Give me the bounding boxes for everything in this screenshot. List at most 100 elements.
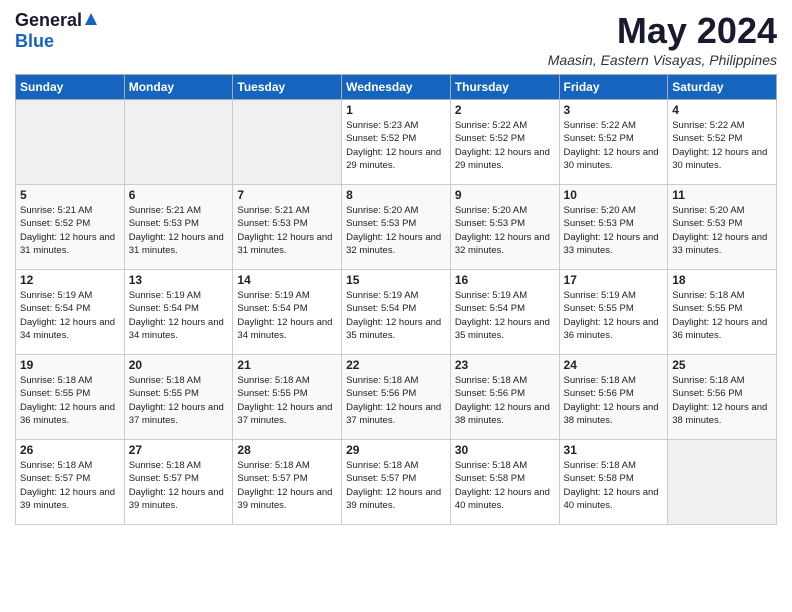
calendar-cell: 16 Sunrise: 5:19 AMSunset: 5:54 PMDayligh… xyxy=(450,270,559,355)
calendar-cell: 10Sunrise: 5:20 AMSunset: 5:53 PMDayligh… xyxy=(559,185,668,270)
calendar-cell: 6 Sunrise: 5:21 AMSunset: 5:53 PMDaylight… xyxy=(124,185,233,270)
calendar-cell: 19Sunrise: 5:18 AMSunset: 5:55 PMDayligh… xyxy=(16,355,125,440)
day-info: Sunrise: 5:18 AMSunset: 5:55 PMDaylight:… xyxy=(237,374,337,427)
day-info: Sunrise: 5:19 AMSunset: 5:54 PMDaylight:… xyxy=(20,289,120,342)
calendar-cell: 14 Sunrise: 5:19 AMSunset: 5:54 PMDayligh… xyxy=(233,270,342,355)
day-info: Sunrise: 5:18 AMSunset: 5:56 PMDaylight:… xyxy=(455,374,555,427)
logo-icon xyxy=(83,11,99,27)
day-info: Sunrise: 5:22 AMSunset: 5:52 PMDaylight:… xyxy=(564,119,664,172)
calendar-week-4: 19 Sunrise: 5:18 AMSunset: 5:55 PMDayligh… xyxy=(16,355,777,440)
day-number: 24 xyxy=(564,358,664,372)
day-number: 27 xyxy=(129,443,229,457)
calendar-cell: 15 Sunrise: 5:19 AMSunset: 5:54 PMDayligh… xyxy=(342,270,451,355)
day-number: 2 xyxy=(455,103,555,117)
day-info: Sunrise: 5:21 AMSunset: 5:53 PMDaylight:… xyxy=(129,204,229,257)
calendar-table: SundayMondayTuesdayWednesdayThursdayFrid… xyxy=(15,74,777,525)
day-number: 26 xyxy=(20,443,120,457)
calendar-cell: 30Sunrise: 5:18 AMSunset: 5:58 PMDayligh… xyxy=(450,440,559,525)
day-info: Sunrise: 5:18 AMSunset: 5:56 PMDaylight:… xyxy=(346,374,446,427)
calendar-cell: 26 Sunrise: 5:18 AMSunset: 5:57 PMDayligh… xyxy=(16,440,125,525)
day-header-monday: Monday xyxy=(124,75,233,100)
location-subtitle: Maasin, Eastern Visayas, Philippines xyxy=(548,52,777,68)
calendar-cell: 31 Sunrise: 5:18 AMSunset: 5:58 PMDayligh… xyxy=(559,440,668,525)
day-info: Sunrise: 5:23 AMSunset: 5:52 PMDaylight:… xyxy=(346,119,446,172)
day-number: 20 xyxy=(129,358,229,372)
calendar-cell: 12 Sunrise: 5:19 AMSunset: 5:54 PMDayligh… xyxy=(16,270,125,355)
day-info: Sunrise: 5:18 AMSunset: 5:57 PMDaylight:… xyxy=(237,459,337,512)
day-number: 21 xyxy=(237,358,337,372)
logo-blue-text: Blue xyxy=(15,31,54,52)
day-info: Sunrise: 5:18 AMSunset: 5:58 PMDaylight:… xyxy=(564,459,664,512)
calendar-week-1: 1 Sunrise: 5:23 AMSunset: 5:52 PMDaylight… xyxy=(16,100,777,185)
day-info: Sunrise: 5:19 AMSunset: 5:54 PMDaylight:… xyxy=(455,289,555,342)
day-info: Sunrise: 5:18 AMSunset: 5:58 PMDaylight:… xyxy=(455,459,555,512)
calendar-cell xyxy=(16,100,125,185)
day-header-thursday: Thursday xyxy=(450,75,559,100)
day-info: Sunrise: 5:18 AMSunset: 5:57 PMDaylight:… xyxy=(20,459,120,512)
calendar-cell xyxy=(233,100,342,185)
day-info: Sunrise: 5:19 AMSunset: 5:54 PMDaylight:… xyxy=(237,289,337,342)
day-number: 5 xyxy=(20,188,120,202)
day-info: Sunrise: 5:18 AMSunset: 5:56 PMDaylight:… xyxy=(672,374,772,427)
day-info: Sunrise: 5:20 AMSunset: 5:53 PMDaylight:… xyxy=(672,204,772,257)
day-number: 19 xyxy=(20,358,120,372)
day-number: 14 xyxy=(237,273,337,287)
day-number: 1 xyxy=(346,103,446,117)
day-number: 12 xyxy=(20,273,120,287)
calendar-cell: 28 Sunrise: 5:18 AMSunset: 5:57 PMDayligh… xyxy=(233,440,342,525)
day-number: 28 xyxy=(237,443,337,457)
day-number: 13 xyxy=(129,273,229,287)
logo: General Blue xyxy=(15,10,99,52)
calendar-cell: 24 Sunrise: 5:18 AMSunset: 5:56 PMDayligh… xyxy=(559,355,668,440)
calendar-cell: 27 Sunrise: 5:18 AMSunset: 5:57 PMDayligh… xyxy=(124,440,233,525)
calendar-cell: 22 Sunrise: 5:18 AMSunset: 5:56 PMDayligh… xyxy=(342,355,451,440)
day-header-saturday: Saturday xyxy=(668,75,777,100)
calendar-cell: 20 Sunrise: 5:18 AMSunset: 5:55 PMDayligh… xyxy=(124,355,233,440)
day-number: 10 xyxy=(564,188,664,202)
day-number: 25 xyxy=(672,358,772,372)
day-number: 6 xyxy=(129,188,229,202)
day-info: Sunrise: 5:18 AMSunset: 5:55 PMDaylight:… xyxy=(129,374,229,427)
day-info: Sunrise: 5:19 AMSunset: 5:54 PMDaylight:… xyxy=(346,289,446,342)
calendar-cell: 21 Sunrise: 5:18 AMSunset: 5:55 PMDayligh… xyxy=(233,355,342,440)
calendar-cell: 2 Sunrise: 5:22 AMSunset: 5:52 PMDaylight… xyxy=(450,100,559,185)
calendar-cell xyxy=(124,100,233,185)
day-info: Sunrise: 5:18 AMSunset: 5:56 PMDaylight:… xyxy=(564,374,664,427)
calendar-cell: 29Sunrise: 5:18 AMSunset: 5:57 PMDayligh… xyxy=(342,440,451,525)
calendar-cell: 23 Sunrise: 5:18 AMSunset: 5:56 PMDayligh… xyxy=(450,355,559,440)
day-info: Sunrise: 5:21 AMSunset: 5:53 PMDaylight:… xyxy=(237,204,337,257)
day-info: Sunrise: 5:22 AMSunset: 5:52 PMDaylight:… xyxy=(455,119,555,172)
day-header-sunday: Sunday xyxy=(16,75,125,100)
day-number: 22 xyxy=(346,358,446,372)
day-number: 16 xyxy=(455,273,555,287)
day-number: 3 xyxy=(564,103,664,117)
day-number: 11 xyxy=(672,188,772,202)
calendar-cell: 9Sunrise: 5:20 AMSunset: 5:53 PMDaylight… xyxy=(450,185,559,270)
calendar-cell: 7Sunrise: 5:21 AMSunset: 5:53 PMDaylight… xyxy=(233,185,342,270)
day-header-wednesday: Wednesday xyxy=(342,75,451,100)
day-number: 9 xyxy=(455,188,555,202)
day-info: Sunrise: 5:18 AMSunset: 5:57 PMDaylight:… xyxy=(129,459,229,512)
day-number: 4 xyxy=(672,103,772,117)
day-number: 31 xyxy=(564,443,664,457)
header: General Blue May 2024 Maasin, Eastern Vi… xyxy=(15,10,777,68)
day-number: 15 xyxy=(346,273,446,287)
calendar-header-row: SundayMondayTuesdayWednesdayThursdayFrid… xyxy=(16,75,777,100)
calendar-cell: 18 Sunrise: 5:18 AMSunset: 5:55 PMDayligh… xyxy=(668,270,777,355)
day-number: 23 xyxy=(455,358,555,372)
day-info: Sunrise: 5:18 AMSunset: 5:57 PMDaylight:… xyxy=(346,459,446,512)
day-info: Sunrise: 5:19 AMSunset: 5:55 PMDaylight:… xyxy=(564,289,664,342)
calendar-cell: 17Sunrise: 5:19 AMSunset: 5:55 PMDayligh… xyxy=(559,270,668,355)
title-area: May 2024 Maasin, Eastern Visayas, Philip… xyxy=(548,10,777,68)
month-year-title: May 2024 xyxy=(548,10,777,52)
day-info: Sunrise: 5:19 AMSunset: 5:54 PMDaylight:… xyxy=(129,289,229,342)
calendar-cell: 4Sunrise: 5:22 AMSunset: 5:52 PMDaylight… xyxy=(668,100,777,185)
calendar-cell: 5Sunrise: 5:21 AMSunset: 5:52 PMDaylight… xyxy=(16,185,125,270)
calendar-week-3: 12 Sunrise: 5:19 AMSunset: 5:54 PMDayligh… xyxy=(16,270,777,355)
day-number: 18 xyxy=(672,273,772,287)
day-number: 8 xyxy=(346,188,446,202)
day-header-tuesday: Tuesday xyxy=(233,75,342,100)
calendar-week-2: 5Sunrise: 5:21 AMSunset: 5:52 PMDaylight… xyxy=(16,185,777,270)
day-info: Sunrise: 5:18 AMSunset: 5:55 PMDaylight:… xyxy=(672,289,772,342)
calendar-cell: 25 Sunrise: 5:18 AMSunset: 5:56 PMDayligh… xyxy=(668,355,777,440)
